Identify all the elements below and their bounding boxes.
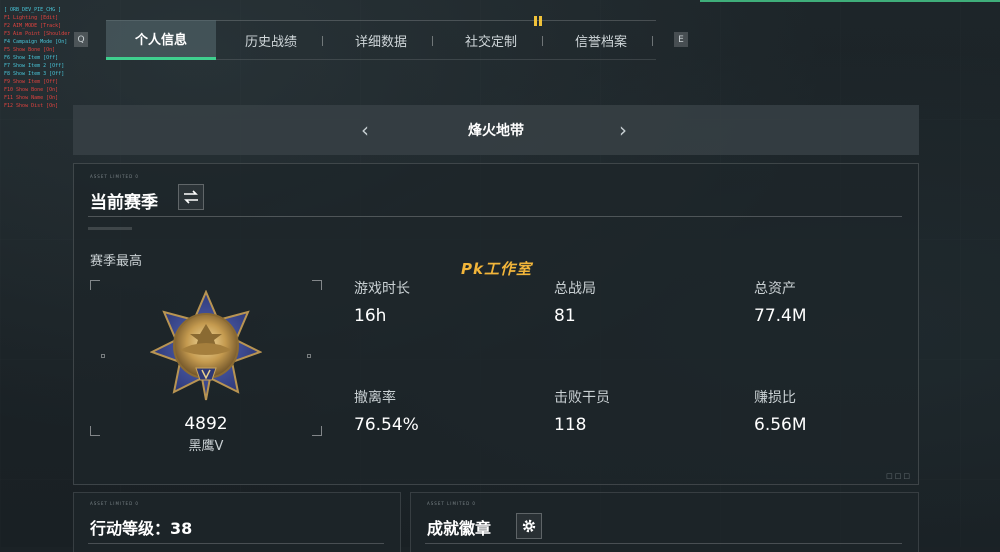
panel-corner-mark: □□□ bbox=[886, 472, 912, 480]
action-level-title: 行动等级：38 bbox=[90, 519, 193, 538]
rank-score: 4892 bbox=[184, 414, 228, 434]
frame-corner bbox=[90, 280, 100, 290]
action-level-panel: ASSET LIMITED 0 行动等级：38 bbox=[73, 492, 401, 552]
top-accent-line bbox=[700, 0, 1000, 2]
tab-details[interactable]: 详细数据 bbox=[326, 20, 436, 60]
panel-tag: ASSET LIMITED 0 bbox=[90, 174, 139, 179]
title-divider bbox=[88, 216, 902, 217]
debug-line: F6 Show Item [Off] bbox=[4, 55, 59, 61]
tab-left-key[interactable]: Q bbox=[74, 32, 88, 47]
tab-reputation[interactable]: 信誉档案 bbox=[546, 20, 656, 60]
debug-line: [ ORB_DEV_PIE_CHG ] bbox=[4, 7, 62, 13]
tab-personal-info[interactable]: 个人信息 bbox=[106, 20, 216, 60]
debug-line: F9 Show Item [Off] bbox=[4, 79, 59, 85]
title-accent-bar bbox=[88, 227, 132, 230]
watermark: Pk工作室 bbox=[461, 260, 532, 278]
swap-icon[interactable] bbox=[178, 184, 204, 210]
tab-right-key[interactable]: E bbox=[674, 32, 688, 47]
mode-selector: ‹ 烽火地带 › bbox=[73, 105, 919, 155]
next-mode-chevron-icon[interactable]: › bbox=[619, 118, 627, 142]
stat-label: 总资产 bbox=[754, 281, 796, 297]
season-best-label: 赛季最高 bbox=[90, 254, 143, 269]
stat-value: 16h bbox=[354, 306, 387, 326]
stat-value: 6.56M bbox=[754, 415, 807, 435]
stat-label: 击败干员 bbox=[554, 390, 610, 406]
debug-overlay: [ ORB_DEV_PIE_CHG ] F1 Lighting [Edit] F2 … bbox=[4, 6, 70, 110]
achievements-panel: ASSET LIMITED 0 成就徽章 bbox=[410, 492, 919, 552]
stat-total-assets: 总资产 77.4M bbox=[754, 278, 934, 326]
achievements-title: 成就徽章 bbox=[427, 519, 492, 538]
debug-line: F7 Show Item 2 [Off] bbox=[4, 63, 65, 69]
title-divider bbox=[425, 543, 902, 544]
pause-icon bbox=[534, 16, 544, 26]
debug-line: F3 Aim Point [Shoulder] bbox=[4, 31, 70, 37]
mode-title: 烽火地带 bbox=[468, 123, 524, 139]
stat-profit-loss: 赚损比 6.56M bbox=[754, 387, 934, 435]
rank-badge-eagle-icon bbox=[150, 290, 262, 401]
frame-dot bbox=[307, 354, 311, 358]
debug-line: F11 Show Name [On] bbox=[4, 95, 59, 101]
debug-line: F1 Lighting [Edit] bbox=[4, 15, 59, 21]
panel-tag: ASSET LIMITED 0 bbox=[90, 501, 139, 506]
title-divider bbox=[88, 543, 384, 544]
stat-label: 撤离率 bbox=[354, 390, 396, 406]
debug-line: F4 Campaign Mode [On] bbox=[4, 39, 68, 45]
stat-operators-defeated: 击败干员 118 bbox=[554, 387, 734, 435]
section-title: 当前赛季 bbox=[90, 193, 158, 213]
stat-total-matches: 总战局 81 bbox=[554, 278, 734, 326]
stat-value: 118 bbox=[554, 415, 587, 435]
debug-line: F8 Show Item 3 [Off] bbox=[4, 71, 65, 77]
tab-history[interactable]: 历史战绩 bbox=[216, 20, 326, 60]
stat-playtime: 游戏时长 16h bbox=[354, 278, 534, 326]
debug-line: F10 Show Bone [On] bbox=[4, 87, 59, 93]
main-tabs: 个人信息 历史战绩 详细数据 社交定制 信誉档案 bbox=[106, 16, 656, 60]
debug-line: F5 Show Bone [On] bbox=[4, 47, 56, 53]
gear-icon[interactable] bbox=[516, 513, 542, 539]
stat-label: 赚损比 bbox=[754, 390, 796, 406]
panel-tag: ASSET LIMITED 0 bbox=[427, 501, 476, 506]
debug-line: F12 Show Dist [On] bbox=[4, 103, 59, 109]
frame-dot bbox=[101, 354, 105, 358]
tab-social[interactable]: 社交定制 bbox=[436, 20, 546, 60]
season-panel: ASSET LIMITED 0 当前赛季 赛季最高 4892 黑鹰V 游戏时长 … bbox=[73, 163, 919, 485]
debug-line: F2 AIM_MODE [Track] bbox=[4, 23, 62, 29]
rank-frame: 4892 黑鹰V bbox=[90, 280, 322, 454]
stat-extraction-rate: 撤离率 76.54% bbox=[354, 387, 534, 435]
stat-value: 81 bbox=[554, 306, 576, 326]
frame-corner bbox=[312, 280, 322, 290]
stat-label: 游戏时长 bbox=[354, 281, 410, 297]
stat-label: 总战局 bbox=[554, 281, 596, 297]
rank-name: 黑鹰V bbox=[188, 439, 224, 454]
stat-value: 77.4M bbox=[754, 306, 807, 326]
stat-value: 76.54% bbox=[354, 415, 419, 435]
